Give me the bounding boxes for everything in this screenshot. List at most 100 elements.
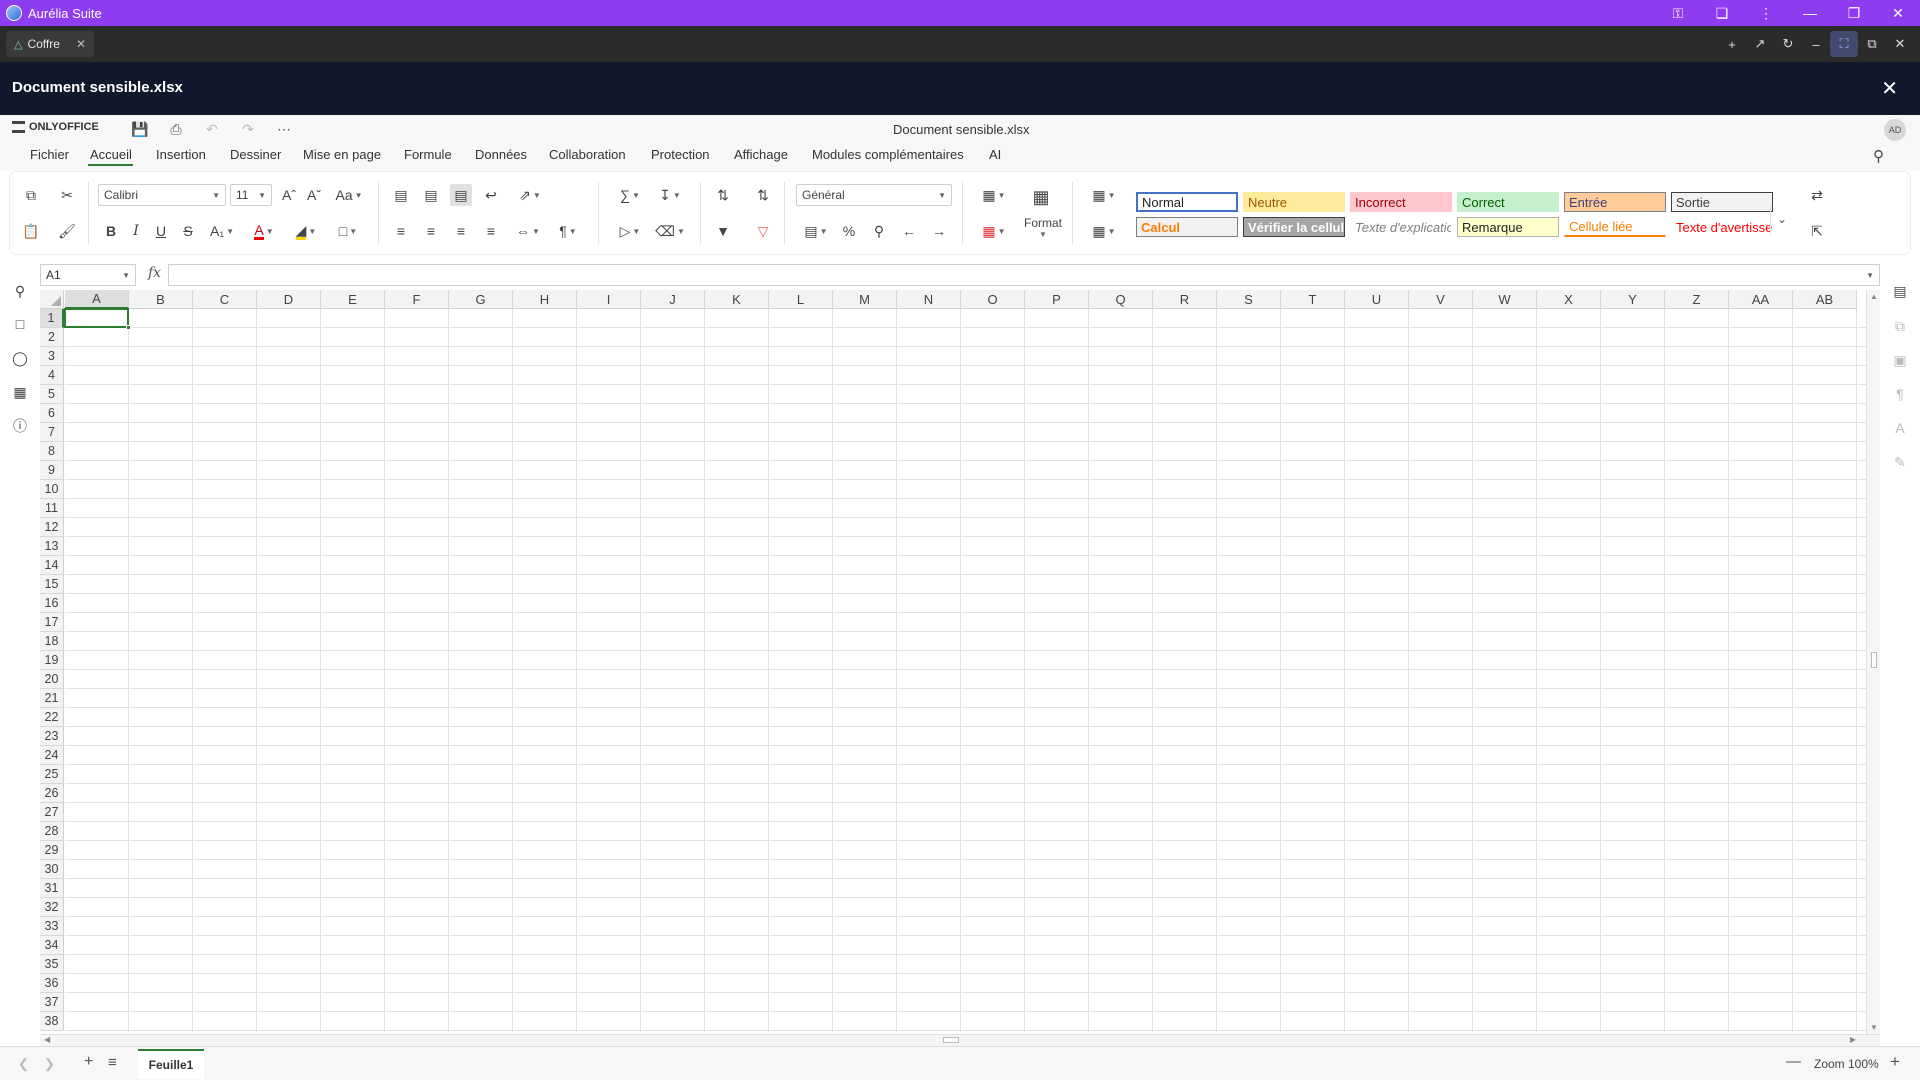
row-header[interactable]: 29 [40, 841, 64, 860]
column-header[interactable]: W [1473, 290, 1537, 309]
column-header[interactable]: M [833, 290, 897, 309]
horizontal-scrollbar[interactable]: ◀ ▶ [40, 1034, 1880, 1046]
restore-button[interactable]: ❐ [1832, 0, 1876, 26]
strikethrough-icon[interactable]: S [177, 220, 199, 242]
column-header[interactable]: R [1153, 290, 1217, 309]
menu-dessiner[interactable]: Dessiner [230, 147, 281, 162]
row-header[interactable]: 31 [40, 879, 64, 898]
menu-modules-complementaires[interactable]: Modules complémentaires [812, 147, 964, 162]
column-header[interactable]: O [961, 290, 1025, 309]
row-header[interactable]: 27 [40, 803, 64, 822]
decrease-font-icon[interactable]: Aˇ [303, 184, 325, 206]
save-icon[interactable]: 💾 [128, 119, 152, 139]
row-header[interactable]: 32 [40, 898, 64, 917]
column-header[interactable]: T [1281, 290, 1345, 309]
zoom-in-icon[interactable]: + [1890, 1052, 1900, 1072]
row-header[interactable]: 11 [40, 499, 64, 518]
close-window-button[interactable]: ✕ [1876, 0, 1920, 26]
cell-style-item[interactable]: Entrée [1564, 192, 1666, 212]
format-cells-icon[interactable]: ▦ ▼ [976, 220, 1012, 242]
cut-icon[interactable]: ✂ [56, 184, 78, 206]
close-tab-icon[interactable]: ✕ [76, 37, 86, 51]
row-header[interactable]: 22 [40, 708, 64, 727]
info-icon[interactable]: ⓘ [8, 415, 32, 437]
row-header[interactable]: 26 [40, 784, 64, 803]
column-header[interactable]: V [1409, 290, 1473, 309]
more-options-icon[interactable]: ⋯ [272, 119, 296, 139]
scroll-right-icon[interactable]: ▶ [1850, 1035, 1856, 1044]
menu-donnees[interactable]: Données [475, 147, 527, 162]
conditional-format-icon[interactable]: ▦ ▼ [976, 184, 1012, 206]
row-header[interactable]: 1 [40, 309, 64, 328]
cell-area[interactable] [65, 309, 1868, 1032]
shape-settings-icon[interactable]: ⧉ [1888, 315, 1912, 337]
scroll-left-icon[interactable]: ◀ [44, 1035, 50, 1044]
percent-icon[interactable]: % [838, 220, 860, 242]
row-header[interactable]: 8 [40, 442, 64, 461]
column-header[interactable]: P [1025, 290, 1089, 309]
search-icon[interactable]: ⚲ [8, 280, 32, 302]
comments-icon[interactable]: □ [8, 313, 32, 335]
scroll-down-icon[interactable]: ▼ [1870, 1023, 1878, 1032]
textart-settings-icon[interactable]: A [1888, 417, 1912, 439]
extension-icon[interactable]: ❏ [1700, 0, 1744, 26]
minimize-panel-icon[interactable]: – [1802, 31, 1830, 57]
subscript-icon[interactable]: A₁ ▼ [204, 220, 240, 242]
column-header[interactable]: G [449, 290, 513, 309]
row-header[interactable]: 21 [40, 689, 64, 708]
vertical-scrollbar[interactable]: ▲ ▼ [1866, 290, 1880, 1034]
column-header[interactable]: A [65, 290, 129, 309]
close-document-button[interactable]: ✕ [1881, 76, 1898, 101]
menu-insertion[interactable]: Insertion [156, 147, 206, 162]
cell-settings-icon[interactable]: ▤ [1888, 280, 1912, 302]
row-header[interactable]: 34 [40, 936, 64, 955]
row-header[interactable]: 13 [40, 537, 64, 556]
wrap-text-icon[interactable]: ↩ [480, 184, 502, 206]
column-header[interactable]: AA [1729, 290, 1793, 309]
borders-icon[interactable]: □ ▼ [330, 220, 366, 242]
styles-expand-icon[interactable]: ⌄ [1770, 204, 1787, 234]
merge-cells-icon[interactable]: ⇔ ▼ [510, 220, 546, 242]
cell-style-item[interactable]: Texte d'avertissement [1671, 217, 1773, 237]
menu-protection[interactable]: Protection [651, 147, 710, 162]
vertical-scroll-thumb[interactable] [1871, 652, 1877, 668]
bold-icon[interactable]: B [100, 220, 122, 242]
active-cell-a1[interactable] [64, 308, 131, 330]
scroll-up-icon[interactable]: ▲ [1870, 292, 1878, 301]
row-header[interactable]: 14 [40, 556, 64, 575]
align-right-icon[interactable]: ≡ [450, 220, 472, 242]
row-header[interactable]: 19 [40, 651, 64, 670]
column-header[interactable]: K [705, 290, 769, 309]
row-header[interactable]: 33 [40, 917, 64, 936]
new-tab-icon[interactable]: + [1718, 31, 1746, 57]
row-header[interactable]: 18 [40, 632, 64, 651]
tab-coffre[interactable]: △ Coffre ✕ [6, 31, 94, 57]
menu-mise-en-page[interactable]: Mise en page [303, 147, 381, 162]
row-header[interactable]: 7 [40, 423, 64, 442]
column-header[interactable]: Y [1601, 290, 1665, 309]
popout-icon[interactable]: ⧉ [1858, 31, 1886, 57]
format-label[interactable]: Format [1024, 216, 1062, 230]
italic-icon[interactable]: I [125, 220, 147, 242]
format-as-table-icon[interactable]: ▦ ▼ [1086, 220, 1122, 242]
prev-sheet-icon[interactable]: ❮ [18, 1056, 29, 1072]
row-header[interactable]: 23 [40, 727, 64, 746]
cell-style-item[interactable]: Texte d'explication [1350, 217, 1452, 237]
cell-style-item[interactable]: Remarque [1457, 217, 1559, 237]
clear-icon[interactable]: ⌫ ▼ [652, 220, 688, 242]
sort-ascending-icon[interactable]: ⇅ [712, 184, 734, 206]
justify-icon[interactable]: ≡ [480, 220, 502, 242]
row-header[interactable]: 6 [40, 404, 64, 423]
fill-color-icon[interactable]: ◢ ▼ [288, 220, 324, 242]
sheet-list-icon[interactable]: ≡ [108, 1054, 117, 1071]
align-top-icon[interactable]: ▤ [390, 184, 412, 206]
row-header[interactable]: 12 [40, 518, 64, 537]
column-header[interactable]: B [129, 290, 193, 309]
horizontal-scroll-thumb[interactable] [943, 1037, 959, 1043]
menu-fichier[interactable]: Fichier [30, 147, 69, 162]
increase-decimal-icon[interactable]: → [928, 220, 950, 242]
insert-cells-icon[interactable]: ▦ ▼ [1086, 184, 1122, 206]
zoom-out-icon[interactable]: — [1786, 1053, 1801, 1070]
fill-handle[interactable] [126, 325, 131, 330]
redo-icon[interactable]: ↷ [236, 119, 260, 139]
